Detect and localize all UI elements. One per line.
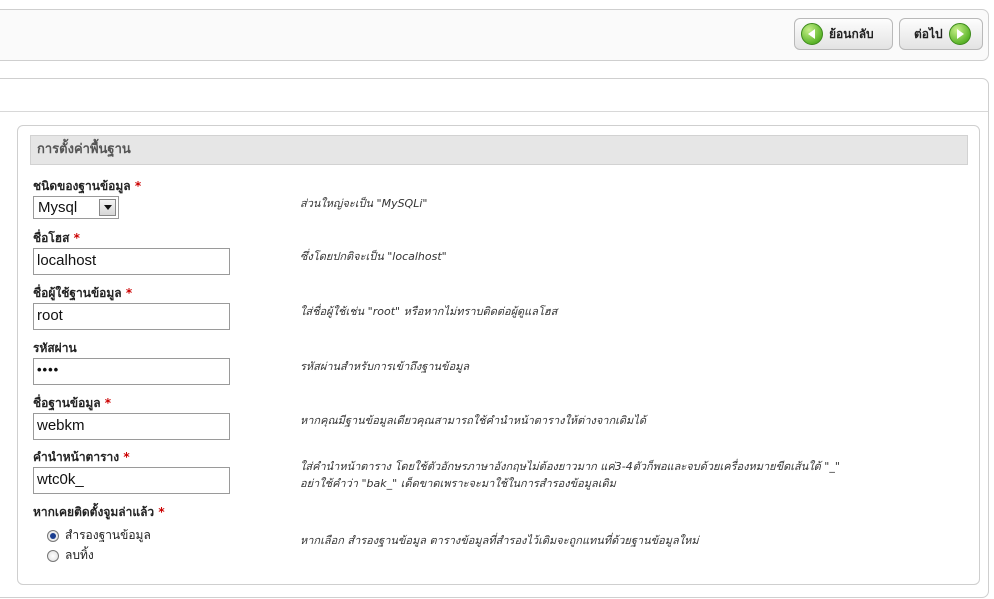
radio-delete-label: ลบทิ้ง <box>65 548 94 562</box>
db-type-value: Mysql <box>38 199 78 216</box>
db-name-input[interactable]: webkm <box>33 413 230 440</box>
password-label: รหัสผ่าน <box>33 341 77 355</box>
db-user-label: ชื่อผู้ใช้ฐานข้อมูล * <box>33 286 133 300</box>
password-hint: รหัสผ่านสำหรับการเข้าถึงฐานข้อมูล <box>300 360 470 373</box>
password-input[interactable]: •••• <box>33 358 230 385</box>
prefix-row: คำนำหน้าตาราง * wtc0k_ <box>33 448 230 494</box>
radio-delete[interactable]: ลบทิ้ง <box>47 546 94 565</box>
db-name-hint: หากคุณมีฐานข้อมูลเดียวคุณสามารถใช้คำนำหน… <box>300 414 646 427</box>
prefix-hint-line1: ใส่คำนำหน้าตาราง โดยใช้ตัวอักษรภาษาอังกฤ… <box>300 460 840 473</box>
db-name-label: ชื่อฐานข้อมูล * <box>33 396 112 410</box>
db-user-row: ชื่อผู้ใช้ฐานข้อมูล * root <box>33 284 230 330</box>
host-hint: ซึ่งโดยปกติจะเป็น "localhost" <box>300 250 447 263</box>
chevron-down-icon[interactable] <box>99 199 116 216</box>
existing-row: หากเคยติดตั้งจูมล่าแล้ว * สำรองฐานข้อมูล… <box>33 503 165 562</box>
db-user-hint: ใส่ชื่อผู้ใช้เช่น "root" หรือหากไม่ทราบต… <box>300 305 558 318</box>
password-row: รหัสผ่าน •••• <box>33 339 230 385</box>
arrow-right-icon <box>948 23 971 45</box>
prefix-label: คำนำหน้าตาราง * <box>33 450 130 464</box>
db-type-hint: ส่วนใหญ่จะเป็น "MySQLi" <box>300 197 428 210</box>
arrow-left-icon <box>801 23 823 45</box>
radio-backup-control[interactable] <box>47 529 59 542</box>
host-input[interactable]: localhost <box>33 248 230 275</box>
back-button[interactable]: ย้อนกลับ <box>794 18 893 50</box>
next-button[interactable]: ต่อไป <box>899 18 983 50</box>
radio-backup[interactable]: สำรองฐานข้อมูล <box>47 526 151 545</box>
next-button-label: ต่อไป <box>914 26 943 41</box>
host-row: ชื่อโฮส * localhost <box>33 229 230 275</box>
host-label: ชื่อโฮส * <box>33 231 80 245</box>
existing-label: หากเคยติดตั้งจูมล่าแล้ว * <box>33 505 165 519</box>
db-type-label: ชนิดของฐานข้อมูล * <box>33 179 142 193</box>
radio-backup-label: สำรองฐานข้อมูล <box>65 528 151 542</box>
db-name-row: ชื่อฐานข้อมูล * webkm <box>33 394 230 440</box>
back-button-label: ย้อนกลับ <box>829 26 874 41</box>
db-user-input[interactable]: root <box>33 303 230 330</box>
prefix-input[interactable]: wtc0k_ <box>33 467 230 494</box>
db-type-row: ชนิดของฐานข้อมูล * Mysql <box>33 177 142 219</box>
db-type-select[interactable]: Mysql <box>33 196 119 219</box>
existing-hint: หากเลือก สำรองฐานข้อมูล ตารางข้อมูลที่สำ… <box>300 534 699 547</box>
section-title: การตั้งค่าพื้นฐาน <box>30 135 968 165</box>
radio-delete-control[interactable] <box>47 549 59 562</box>
prefix-hint-line2: อย่าใช้คำว่า "bak_" เด็ดขาดเพราะจะมาใช้ใ… <box>300 477 616 490</box>
